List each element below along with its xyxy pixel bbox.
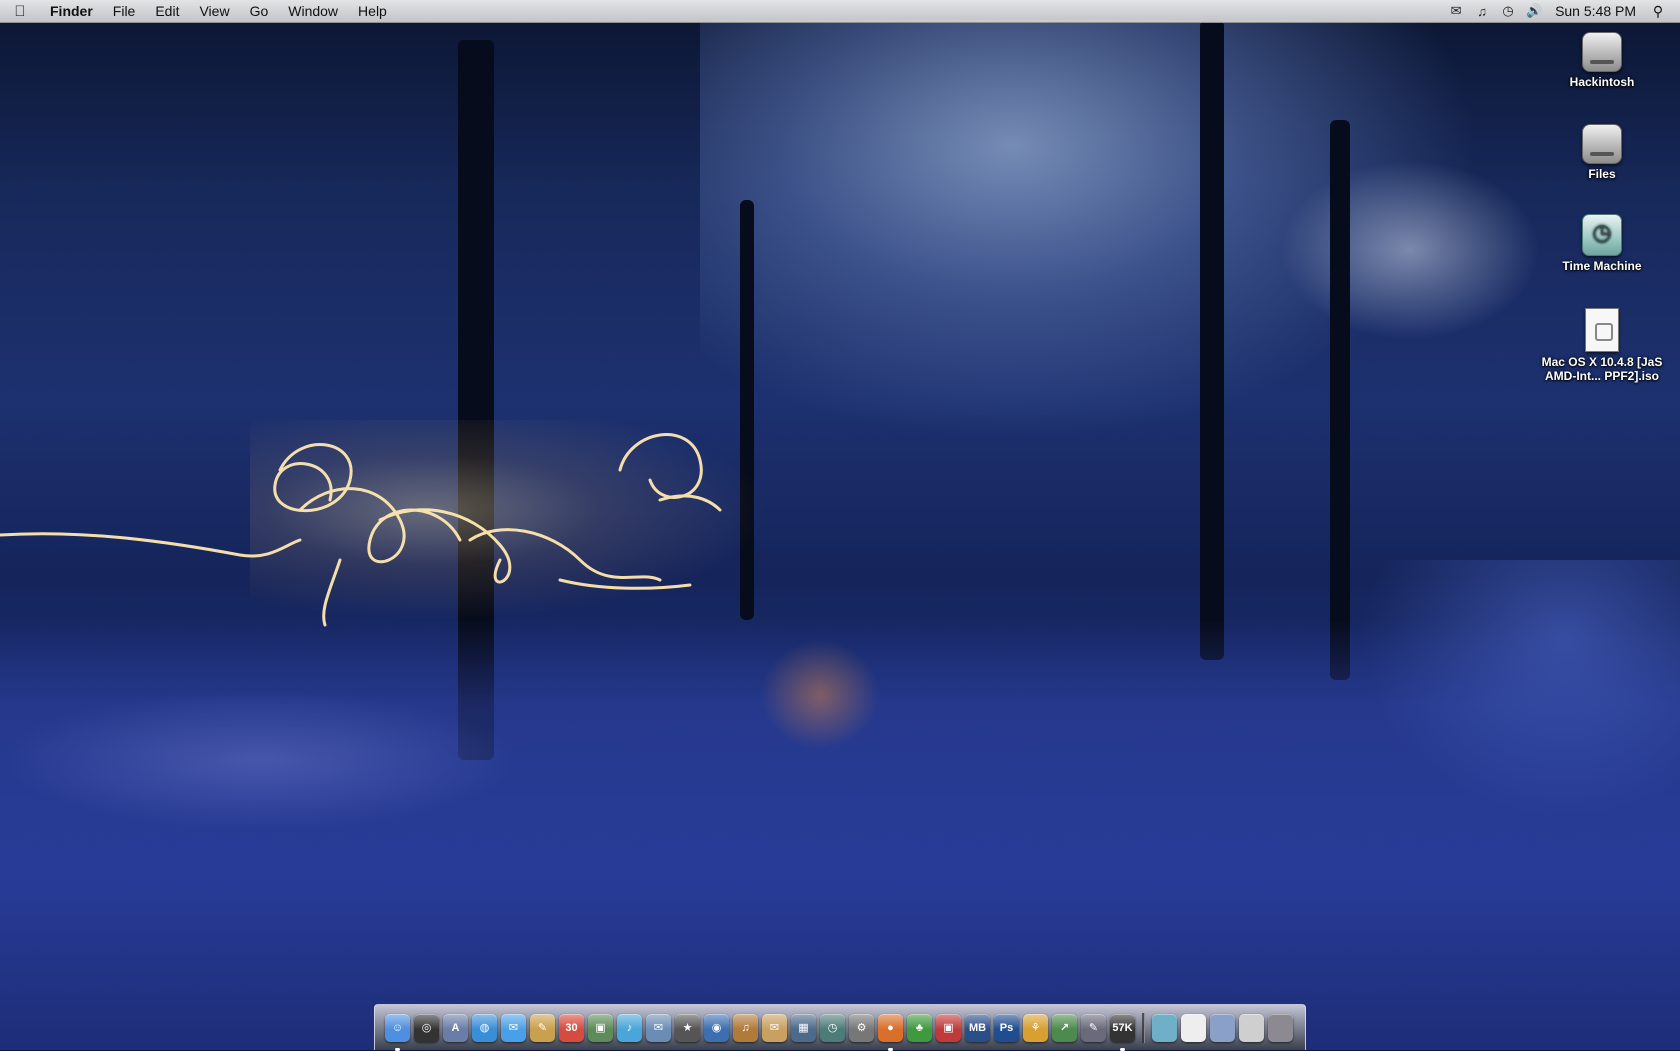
dock-item-time-machine[interactable]: ◷	[820, 1013, 845, 1042]
music-note-icon[interactable]: ♫	[1469, 0, 1495, 22]
dock-item-mail-stamp[interactable]: ✉	[762, 1013, 787, 1042]
dock-item-system-preferences[interactable]: ⚙	[849, 1013, 874, 1042]
menu-window[interactable]: Window	[278, 0, 348, 22]
dock-item-documents-stack[interactable]	[1181, 1013, 1206, 1042]
desktop-icon-hackintosh[interactable]: Hackintosh	[1527, 32, 1677, 89]
dock-separator	[1142, 1012, 1145, 1043]
dock-item-firefox[interactable]: ●	[878, 1013, 903, 1051]
desktop-icon-iso[interactable]: Mac OS X 10.4.8 [JaS AMD-Int... PPF2].is…	[1527, 308, 1677, 383]
dock-item-address-book[interactable]: ✎	[530, 1013, 555, 1042]
dock-item-dashboard[interactable]: ◎	[414, 1013, 439, 1042]
menu-view[interactable]: View	[189, 0, 239, 22]
volume-icon[interactable]: 🔊	[1521, 0, 1547, 22]
dock-item-iphoto[interactable]: ▣	[588, 1013, 613, 1042]
dock-item-spaces[interactable]: ▦	[791, 1013, 816, 1042]
dock-item-activity-monitor[interactable]: 57K	[1110, 1013, 1135, 1051]
menu-extras: ✉ ♫ ◷ 🔊 Sun 5:48 PM ⚲	[1443, 0, 1680, 22]
menu-edit[interactable]: Edit	[145, 0, 189, 22]
mail-icon[interactable]: ✉	[1443, 0, 1469, 22]
dock-item-grapher[interactable]: ↗	[1052, 1013, 1077, 1042]
menu-clock[interactable]: Sun 5:48 PM	[1547, 3, 1646, 19]
dock-item-ical[interactable]: 30	[559, 1013, 584, 1042]
dock-item-preview[interactable]: A	[443, 1013, 468, 1042]
dock-item-parallels[interactable]: ▣	[936, 1013, 961, 1042]
dock: ☺ ◎ A ◍ ✉ ✎ 30 ▣ ♪ ✉ ★ ◉ ♫ ✉ ▦ ◷ ⚙ ● ♣ ▣ MB Ps ⚘ ↗ ✎ 57K	[374, 1004, 1306, 1051]
dock-item-itunes[interactable]: ♪	[617, 1013, 642, 1042]
apple-menu-icon[interactable]: 	[0, 3, 40, 20]
dock-item-trash[interactable]	[1268, 1013, 1293, 1042]
menu-file[interactable]: File	[103, 0, 146, 22]
desktop-icon-label: Time Machine	[1562, 259, 1642, 273]
dock-item-ichat[interactable]: ✉	[501, 1013, 526, 1042]
dock-item-downloads-stack[interactable]	[1210, 1013, 1235, 1042]
dock-item-safari[interactable]: ◍	[472, 1013, 497, 1042]
desktop-icon-time-machine[interactable]: ◷ Time Machine	[1527, 214, 1677, 273]
desktop-icon-files[interactable]: Files	[1527, 124, 1677, 181]
dock-item-script-editor[interactable]: ✎	[1081, 1013, 1106, 1042]
desktop-icon-label: Mac OS X 10.4.8 [JaS AMD-Int... PPF2].is…	[1541, 355, 1663, 383]
dock-item-pictures-stack[interactable]	[1239, 1013, 1264, 1042]
spotlight-icon[interactable]: ⚲	[1646, 3, 1670, 20]
time-machine-icon[interactable]: ◷	[1495, 0, 1521, 22]
time-machine-disk-icon: ◷	[1582, 214, 1622, 256]
dock-item-photoshop[interactable]: Ps	[994, 1013, 1019, 1042]
desktop-icon-label: Files	[1588, 167, 1616, 181]
dock-item-garageband[interactable]: ♫	[733, 1013, 758, 1042]
dock-item-front-row[interactable]: ★	[675, 1013, 700, 1042]
dock-item-adium[interactable]: ♣	[907, 1013, 932, 1042]
dock-item-applications-stack[interactable]	[1152, 1013, 1177, 1042]
hard-disk-icon	[1582, 32, 1622, 72]
desktop-wallpaper	[0, 0, 1680, 1050]
disk-image-icon	[1585, 308, 1619, 352]
wallpaper-light-trail	[0, 433, 722, 627]
menu-go[interactable]: Go	[240, 0, 279, 22]
dock-item-mail[interactable]: ✉	[646, 1013, 671, 1042]
menu-bar:  Finder File Edit View Go Window Help ✉…	[0, 0, 1680, 23]
dock-item-stickies[interactable]: ⚘	[1023, 1013, 1048, 1042]
hard-disk-icon	[1582, 124, 1622, 164]
dock-item-mb-tool[interactable]: MB	[965, 1013, 990, 1042]
dock-item-finder[interactable]: ☺	[385, 1013, 410, 1051]
dock-item-dvd-player[interactable]: ◉	[704, 1013, 729, 1042]
menu-help[interactable]: Help	[348, 0, 397, 22]
menu-finder[interactable]: Finder	[40, 0, 103, 22]
desktop-icon-label: Hackintosh	[1569, 75, 1635, 89]
